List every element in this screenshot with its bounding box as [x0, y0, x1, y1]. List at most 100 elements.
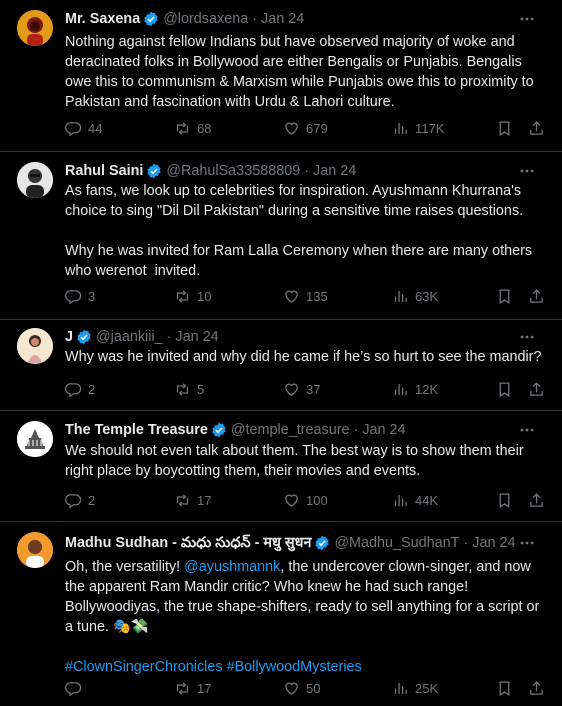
retweet-button[interactable]: 5: [174, 381, 204, 398]
bookmark-icon: [499, 381, 510, 397]
display-name[interactable]: The Temple Treasure: [65, 422, 208, 438]
share-button[interactable]: [528, 120, 545, 137]
tweet-actions: 2 5 37 12K: [59, 378, 549, 400]
retweet-button[interactable]: 10: [174, 288, 211, 305]
tweet-actions: 2 17 100 44K: [59, 489, 549, 511]
bookmark-icon: [499, 492, 510, 508]
views-button[interactable]: 12K: [392, 381, 438, 398]
avatar[interactable]: [17, 162, 53, 198]
views-count: 117K: [415, 120, 445, 136]
display-name[interactable]: Mr. Saxena: [65, 11, 140, 27]
more-icon[interactable]: [516, 160, 538, 182]
reply-feed: Mr. Saxena @lordsaxena · Jan 24 Nothing …: [0, 0, 562, 706]
separator-dot: ·: [463, 535, 469, 551]
views-button[interactable]: 25K: [392, 680, 438, 697]
user-handle[interactable]: @jaankiii_: [96, 329, 163, 345]
reply-count: 3: [88, 288, 96, 304]
retweet-button[interactable]: 17: [174, 492, 211, 509]
verified-badge-icon: [77, 329, 91, 345]
share-button[interactable]: [528, 680, 545, 697]
like-button[interactable]: 50: [283, 680, 320, 697]
bookmark-icon: [499, 288, 510, 304]
avatar[interactable]: [17, 532, 53, 568]
share-button[interactable]: [528, 288, 545, 305]
reply-button[interactable]: 44: [65, 120, 102, 137]
reply-button[interactable]: [65, 680, 88, 697]
user-handle[interactable]: @lordsaxena: [163, 11, 248, 27]
separator-dot: ·: [304, 163, 310, 179]
retweet-count: 10: [197, 288, 212, 304]
tweet-temple-treasure[interactable]: The Temple Treasure @temple_treasure · J…: [0, 411, 562, 522]
like-button[interactable]: 100: [283, 492, 328, 509]
tweet-rahulsaini[interactable]: Rahul Saini @RahulSa33588809 · Jan 24 As…: [0, 152, 562, 320]
display-name[interactable]: Madhu Sudhan - మధు సుధన్ - मधु सुधन: [65, 533, 311, 554]
share-icon: [530, 120, 543, 135]
tweet-date[interactable]: Jan 24: [362, 422, 405, 438]
views-button[interactable]: 63K: [392, 288, 438, 305]
more-icon[interactable]: [516, 8, 538, 30]
views-icon: [394, 383, 407, 395]
tweet-date[interactable]: Jan 24: [261, 11, 304, 27]
reply-button[interactable]: 2: [65, 492, 95, 509]
avatar[interactable]: [17, 421, 53, 457]
display-name[interactable]: J: [65, 329, 73, 345]
tweet-date[interactable]: Jan 24: [472, 535, 515, 551]
views-icon: [394, 290, 407, 302]
like-button[interactable]: 135: [283, 288, 328, 305]
like-icon: [285, 122, 298, 135]
tweet-header: Mr. Saxena @lordsaxena · Jan 24: [65, 8, 546, 30]
share-button[interactable]: [528, 381, 545, 398]
bookmark-button[interactable]: [496, 120, 513, 137]
more-icon[interactable]: [516, 532, 538, 554]
user-handle[interactable]: @Madhu_SudhanT: [334, 535, 459, 551]
share-icon: [530, 288, 543, 303]
user-handle[interactable]: @temple_treasure: [231, 422, 350, 438]
bookmark-button[interactable]: [496, 288, 513, 305]
retweet-button[interactable]: 17: [174, 680, 211, 697]
verified-badge-icon: [147, 163, 162, 179]
tweet-text: We should not even talk about them. The …: [65, 443, 528, 479]
avatar[interactable]: [17, 328, 53, 364]
display-name[interactable]: Rahul Saini: [65, 163, 143, 179]
tweet-actions: 17 50 25K: [59, 677, 549, 699]
tweet-jaankiii[interactable]: J @jaankiii_ · Jan 24 Why was he invited…: [0, 320, 562, 411]
share-button[interactable]: [528, 492, 545, 509]
more-icon[interactable]: [516, 326, 538, 348]
reply-icon: [65, 121, 82, 136]
views-icon: [394, 494, 407, 506]
like-count: 37: [306, 381, 321, 397]
avatar[interactable]: [17, 10, 53, 46]
tweet-text: Oh, the versatility! @ayushmannk, the un…: [65, 557, 549, 677]
tweet-header: Rahul Saini @RahulSa33588809 · Jan 24: [65, 160, 546, 182]
retweet-icon: [176, 382, 189, 396]
tweet-date[interactable]: Jan 24: [175, 329, 218, 345]
like-icon: [285, 383, 298, 396]
like-button[interactable]: 37: [283, 381, 320, 398]
tweet-header: J @jaankiii_ · Jan 24: [65, 326, 546, 348]
bookmark-button[interactable]: [496, 680, 513, 697]
reply-button[interactable]: 2: [65, 381, 95, 398]
like-count: 100: [306, 492, 328, 508]
user-handle[interactable]: @RahulSa33588809: [166, 163, 300, 179]
tweet-actions: 44 68 679 117K: [59, 117, 549, 139]
tweet-date[interactable]: Jan 24: [313, 163, 356, 179]
retweet-button[interactable]: 68: [174, 120, 211, 137]
separator-dot: ·: [353, 422, 359, 438]
mention-link[interactable]: @ayushmannk: [184, 559, 280, 575]
reply-button[interactable]: 3: [65, 288, 95, 305]
retweet-count: 17: [197, 492, 212, 508]
tweet-text: Nothing against fellow Indians but have …: [65, 34, 538, 110]
tweet-madhu-sudhan[interactable]: Madhu Sudhan - మధు సుధన్ - मधु सुधन @Mad…: [0, 522, 562, 706]
share-icon: [530, 680, 543, 695]
retweet-count: 5: [197, 381, 205, 397]
hashtag-links[interactable]: #ClownSingerChronicles #BollywoodMysteri…: [65, 657, 549, 677]
bookmark-button[interactable]: [496, 381, 513, 398]
views-button[interactable]: 44K: [392, 492, 438, 509]
views-button[interactable]: 117K: [392, 120, 444, 137]
more-icon[interactable]: [516, 419, 538, 441]
tweet-lordsaxena[interactable]: Mr. Saxena @lordsaxena · Jan 24 Nothing …: [0, 0, 562, 152]
bookmark-button[interactable]: [496, 492, 513, 509]
like-count: 135: [306, 288, 328, 304]
like-button[interactable]: 679: [283, 120, 328, 137]
retweet-count: 68: [197, 120, 212, 136]
